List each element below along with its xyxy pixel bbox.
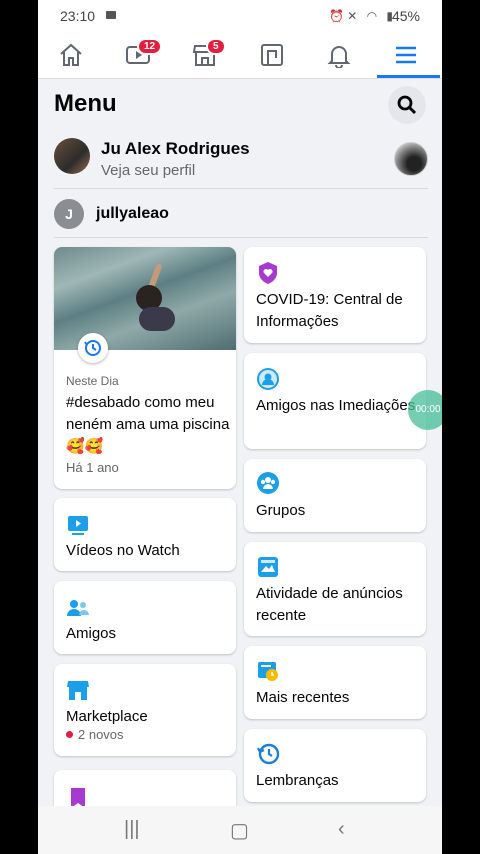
tab-pages[interactable] (239, 32, 306, 78)
divider (54, 188, 428, 189)
shortcut-nearby-friends[interactable]: Amigos nas Imediações (244, 353, 426, 449)
memory-card[interactable]: Neste Dia #desabado como meu neném ama u… (54, 247, 236, 489)
screen-record-icon (106, 11, 116, 19)
card-label: Marketplace (66, 708, 148, 725)
tab-menu[interactable] (373, 32, 440, 78)
recording-timer-overlay[interactable]: 00:00 (408, 390, 442, 430)
account-name: jullyaleao (96, 205, 169, 222)
shortcut-groups[interactable]: Grupos (244, 459, 426, 532)
memory-label: Neste Dia (66, 374, 119, 388)
memory-time: Há 1 ano (66, 460, 119, 475)
card-label: Vídeos no Watch (66, 542, 180, 559)
card-label: Lembranças (256, 772, 339, 789)
card-label: Amigos nas Imediações (256, 397, 416, 414)
memories-icon (257, 743, 280, 765)
status-bar: 23:10 ⏰✕ ◠ ▮ 45% (38, 0, 442, 32)
search-icon (397, 95, 417, 115)
pages-icon (261, 44, 283, 66)
shortcut-watch[interactable]: Vídeos no Watch (54, 498, 236, 571)
shortcut-ad-activity[interactable]: Atividade de anúncios recente (244, 542, 426, 636)
status-icons: ⏰✕ ◠ ▮ (329, 9, 396, 23)
shortcut-friends[interactable]: Amigos (54, 581, 236, 654)
friends-icon (67, 600, 89, 616)
marketplace-new-count: 2 novos (66, 727, 124, 742)
marketplace-icon (67, 681, 89, 700)
tab-watch[interactable]: 12 (105, 32, 172, 78)
account-row[interactable]: J jullyaleao (54, 199, 354, 229)
profile-name: Ju Alex Rodrigues (101, 139, 250, 158)
groups-icon (257, 472, 279, 494)
hamburger-menu-icon (396, 46, 416, 64)
bell-icon (327, 46, 351, 68)
memory-text: #desabado como meu neném ama uma piscina… (66, 394, 230, 455)
card-label: Mais recentes (256, 689, 350, 706)
shortcut-marketplace[interactable]: Marketplace 2 novos (54, 664, 236, 756)
battery-level: 45% (391, 8, 420, 24)
back-icon[interactable]: ‹ (338, 818, 345, 841)
memory-photo (54, 247, 236, 350)
tab-notifications[interactable] (306, 32, 373, 78)
ad-activity-icon (258, 557, 278, 577)
memory-clock-icon (78, 333, 108, 363)
shortcut-memories[interactable]: Lembranças (244, 729, 426, 802)
card-label: Atividade de anúncios recente (256, 585, 403, 624)
recent-apps-icon[interactable]: ||| (124, 818, 140, 841)
most-recent-icon (258, 662, 278, 681)
watch-video-icon (68, 516, 88, 535)
shortcut-most-recent[interactable]: Mais recentes (244, 646, 426, 719)
profile-row[interactable]: Ju Alex Rodrigues Veja seu perfil (54, 136, 428, 180)
search-button[interactable] (388, 86, 426, 124)
tab-marketplace[interactable]: 5 (172, 32, 239, 78)
card-label: Grupos (256, 502, 306, 519)
divider (54, 237, 428, 238)
avatar (54, 138, 90, 174)
active-tab-indicator (377, 75, 440, 78)
page-title: Menu (54, 90, 117, 117)
covid-heart-icon (259, 262, 277, 284)
system-navigation-bar: ||| ▢ ‹ (38, 806, 442, 854)
profile-subtitle: Veja seu perfil (101, 162, 196, 179)
tab-home[interactable] (38, 32, 105, 78)
home-icon (60, 43, 82, 66)
watch-badge: 12 (137, 38, 163, 55)
profile-secondary-avatar[interactable] (394, 142, 428, 176)
shortcut-covid[interactable]: COVID-19: Central de Informações (244, 247, 426, 343)
home-button-icon[interactable]: ▢ (230, 818, 249, 843)
top-navigation: 12 5 (38, 32, 442, 79)
nearby-friends-icon (257, 368, 279, 390)
phone-screen: 23:10 ⏰✕ ◠ ▮ 45% 12 5 Menu Ju Alex Rodri… (38, 0, 442, 854)
account-avatar: J (54, 199, 84, 229)
marketplace-badge: 5 (206, 38, 226, 55)
card-label: COVID-19: Central de Informações (256, 291, 403, 330)
status-time: 23:10 (60, 8, 96, 24)
card-label: Amigos (66, 625, 117, 642)
